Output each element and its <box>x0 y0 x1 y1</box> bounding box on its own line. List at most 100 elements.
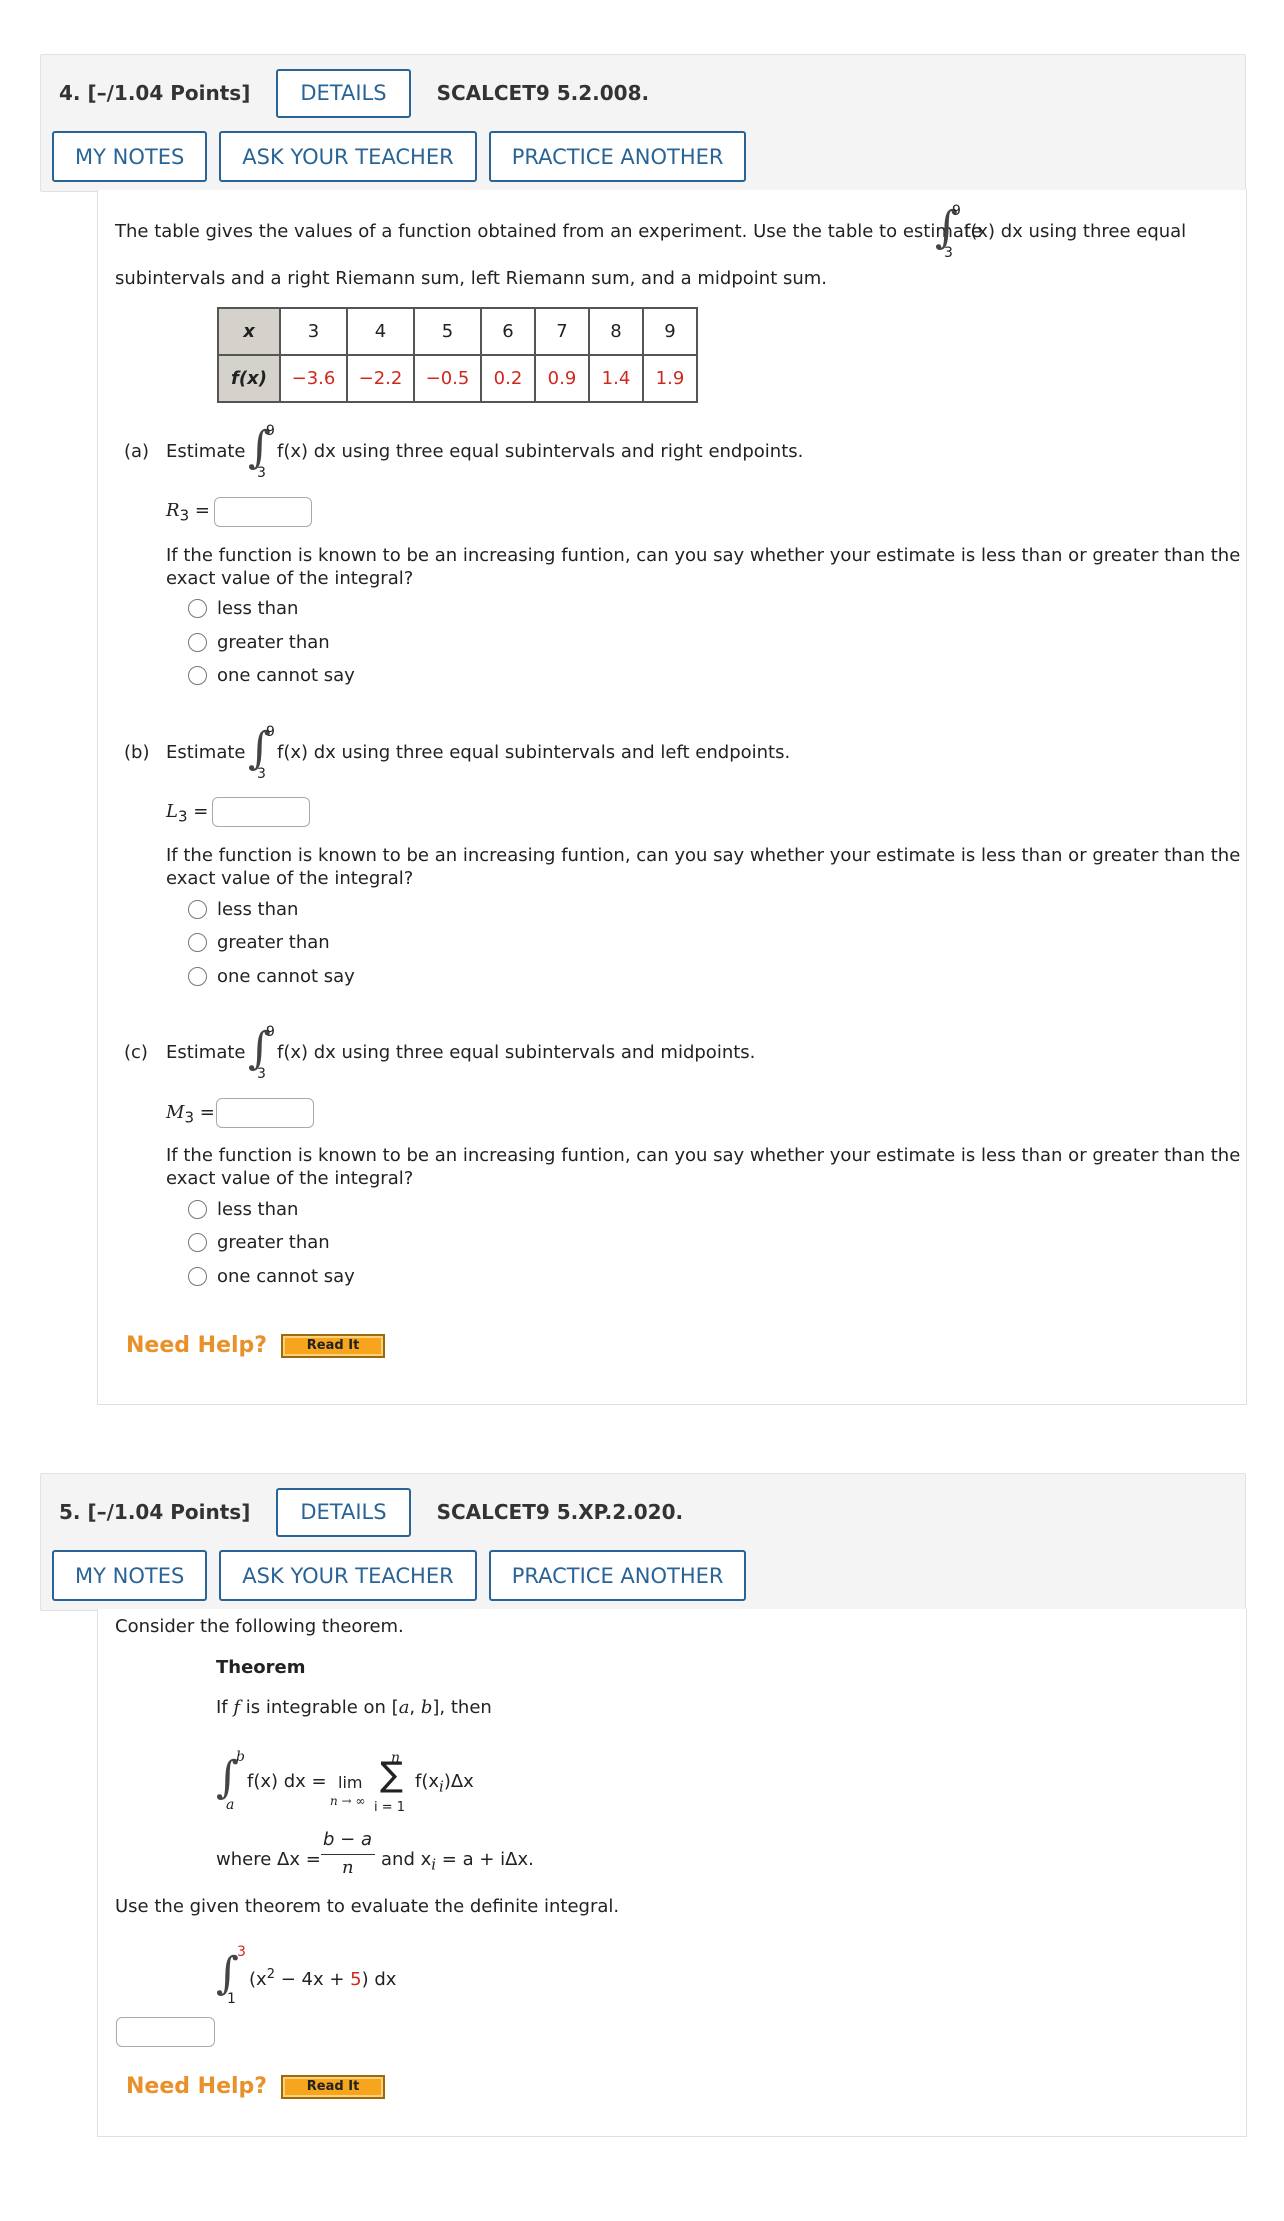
q5-ask-teacher-button[interactable]: ASK YOUR TEACHER <box>219 1550 477 1601</box>
radio-button[interactable] <box>188 666 207 685</box>
q4-header: 4. [–/1.04 Points] DETAILS SCALCET9 5.2.… <box>40 54 1246 192</box>
table-row-x: x 3 4 5 6 7 8 9 <box>217 307 698 356</box>
and-sub: i <box>431 1855 437 1874</box>
part-c-tail: f(x) dx using three equal subintervals a… <box>277 1042 756 1063</box>
table-cell: 0.2 <box>480 354 536 403</box>
q4-intro-line2: subintervals and a right Riemann sum, le… <box>115 268 828 289</box>
theorem-integrable: is integrable on [ <box>245 1697 399 1718</box>
radio-button[interactable] <box>188 967 207 986</box>
theorem-integral-upper: b <box>236 1749 245 1765</box>
theorem-b: b <box>420 1697 433 1718</box>
sum-term: f(xi)Δx <box>415 1771 474 1796</box>
table-header-x: x <box>217 307 281 356</box>
and-head: and x <box>381 1849 432 1870</box>
theorem-f: f <box>233 1697 241 1718</box>
table-row-fx: f(x) −3.6 −2.2 −0.5 0.2 0.9 1.4 1.9 <box>217 354 698 403</box>
radio-button[interactable] <box>188 900 207 919</box>
part-a-integral-lower: 3 <box>257 465 266 481</box>
part-b-tail: f(x) dx using three equal subintervals a… <box>277 742 791 763</box>
table-cell: 7 <box>534 307 590 356</box>
table-cell: 4 <box>346 307 415 356</box>
q4-details-button[interactable]: DETAILS <box>276 68 411 118</box>
read-it-button[interactable]: Read It <box>281 2074 386 2099</box>
q5-my-notes-button[interactable]: MY NOTES <box>52 1550 208 1601</box>
l3-answer-input[interactable] <box>212 797 310 827</box>
part-c-var-letter: M <box>166 1102 185 1123</box>
fraction-bar <box>321 1854 375 1855</box>
radio-button[interactable] <box>188 1200 207 1219</box>
radio-button[interactable] <box>188 1267 207 1286</box>
table-cell: 6 <box>480 307 536 356</box>
part-b-option-cannot-say[interactable]: one cannot say <box>188 966 355 987</box>
option-label: one cannot say <box>217 1266 355 1287</box>
part-a-option-greater-than[interactable]: greater than <box>188 632 330 653</box>
option-label: one cannot say <box>217 966 355 987</box>
q4-data-table: x 3 4 5 6 7 8 9 f(x) −3.6 −2.2 −0.5 0.2 … <box>217 307 698 403</box>
part-c-option-greater-than[interactable]: greater than <box>188 1232 330 1253</box>
part-c-option-cannot-say[interactable]: one cannot say <box>188 1266 355 1287</box>
part-c-option-less-than[interactable]: less than <box>188 1199 298 1220</box>
part-b-estimate: Estimate <box>166 742 246 763</box>
part-a-question-line1: If the function is known to be an increa… <box>166 545 1241 566</box>
q5-header: 5. [–/1.04 Points] DETAILS SCALCET9 5.XP… <box>40 1473 1246 1611</box>
lim-word: lim <box>338 1773 363 1792</box>
part-b-var: L3 = <box>166 801 208 826</box>
q5-answer-input[interactable] <box>116 2017 215 2047</box>
q5-details-button[interactable]: DETAILS <box>276 1487 411 1537</box>
part-b-var-letter: L <box>166 801 178 822</box>
q5-need-help: Need Help? Read It <box>126 2074 386 2099</box>
frac-denominator: n <box>342 1857 354 1878</box>
q5-integral-lower: 1 <box>227 1991 236 2007</box>
part-a-var-letter: R <box>166 500 180 521</box>
theorem-then: ], then <box>432 1697 492 1718</box>
part-b-integral-upper: 9 <box>266 724 275 740</box>
table-cell: 8 <box>588 307 644 356</box>
part-a-label: (a) <box>124 441 150 462</box>
q5-integral-upper: 3 <box>237 1944 246 1960</box>
part-a-option-cannot-say[interactable]: one cannot say <box>188 665 355 686</box>
table-cell: −2.2 <box>346 354 415 403</box>
q4-intro-line1: The table gives the values of a function… <box>115 221 983 242</box>
radio-button[interactable] <box>188 599 207 618</box>
radio-button[interactable] <box>188 1233 207 1252</box>
part-a-estimate: Estimate <box>166 441 246 462</box>
option-label: less than <box>217 899 299 920</box>
part-b-option-less-than[interactable]: less than <box>188 899 298 920</box>
part-c-eq: = <box>199 1102 215 1123</box>
q4-practice-another-button[interactable]: PRACTICE ANOTHER <box>488 131 747 182</box>
read-it-button[interactable]: Read It <box>281 1333 386 1358</box>
and-tail: = a + iΔx. <box>441 1849 534 1870</box>
table-cell: −0.5 <box>413 354 482 403</box>
q4-my-notes-button[interactable]: MY NOTES <box>52 131 208 182</box>
sum-term-head: f(x <box>415 1771 440 1792</box>
part-a-eq: = <box>194 500 210 521</box>
part-c-integral-lower: 3 <box>257 1066 266 1082</box>
part-a-option-less-than[interactable]: less than <box>188 598 298 619</box>
table-cell: 1.4 <box>588 354 644 403</box>
q5-body <box>97 1609 1247 2137</box>
part-b-eq: = <box>193 801 209 822</box>
table-cell: 5 <box>413 307 482 356</box>
frac-numerator: b − a <box>323 1829 372 1850</box>
q5-title: 5. [–/1.04 Points] <box>59 1500 251 1524</box>
formula-lhs: f(x) dx = <box>247 1771 327 1792</box>
integrand-post: ) dx <box>361 1969 397 1990</box>
radio-button[interactable] <box>188 933 207 952</box>
q5-practice-another-button[interactable]: PRACTICE ANOTHER <box>488 1550 747 1601</box>
theorem-comma: , <box>409 1697 421 1718</box>
table-header-fx: f(x) <box>217 354 281 403</box>
radio-button[interactable] <box>188 633 207 652</box>
part-b-question-line1: If the function is known to be an increa… <box>166 845 1241 866</box>
r3-answer-input[interactable] <box>214 497 312 527</box>
m3-answer-input[interactable] <box>216 1098 314 1128</box>
part-b-option-greater-than[interactable]: greater than <box>188 932 330 953</box>
part-c-integral-upper: 9 <box>266 1024 275 1040</box>
q5-integral-sign: ∫ <box>216 1948 239 1999</box>
integrand-const: 5 <box>350 1969 362 1990</box>
part-b-label: (b) <box>124 742 150 763</box>
q5-integrand: (x2 − 4x + 5) dx <box>249 1967 396 1990</box>
q4-ask-teacher-button[interactable]: ASK YOUR TEACHER <box>219 131 477 182</box>
q4-code: SCALCET9 5.2.008. <box>436 81 650 105</box>
option-label: less than <box>217 598 299 619</box>
part-c-question-line2: exact value of the integral? <box>166 1168 414 1189</box>
